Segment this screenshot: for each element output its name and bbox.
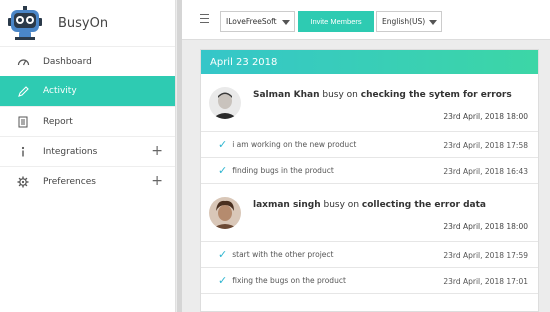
- task-timestamp: 23rd April, 2018 17:59: [443, 251, 528, 260]
- task-text: fixing the bugs on the product: [232, 276, 346, 285]
- expand-integrations-button[interactable]: +: [151, 143, 163, 159]
- sidebar-item-label: Dashboard: [43, 56, 92, 67]
- chevron-down-icon: [429, 20, 437, 25]
- sidebar-item-report[interactable]: Report: [0, 106, 175, 136]
- sidebar-item-label: Activity: [43, 86, 77, 96]
- task-item: ✓ start with the other project 23rd Apri…: [201, 242, 538, 268]
- chevron-down-icon: [282, 20, 290, 25]
- activity-entry: laxman singh busy on collecting the erro…: [201, 184, 538, 242]
- entry-summary: laxman singh busy on collecting the erro…: [253, 200, 486, 210]
- entry-summary: Salman Khan busy on checking the sytem f…: [253, 90, 512, 100]
- language-select-value: English(US): [382, 17, 426, 26]
- date-heading: April 23 2018: [201, 50, 538, 74]
- task-timestamp: 23rd April, 2018 17:58: [443, 141, 528, 150]
- dashboard-gauge-icon: [16, 57, 30, 66]
- checkmark-icon: ✓: [218, 274, 228, 287]
- checkmark-icon: ✓: [218, 138, 228, 151]
- entry-verb: busy on: [320, 200, 362, 210]
- sidebar-item-activity[interactable]: Activity: [0, 76, 175, 106]
- workspace-select-value: ILoveFreeSoft: [226, 17, 277, 26]
- entry-verb: busy on: [319, 90, 361, 100]
- task-timestamp: 23rd April, 2018 17:01: [443, 277, 528, 286]
- busyon-robot-logo-icon: [6, 5, 44, 41]
- sidebar-item-label: Report: [43, 116, 73, 127]
- language-select[interactable]: English(US): [376, 11, 442, 32]
- hamburger-menu-icon[interactable]: [200, 14, 209, 23]
- entry-user[interactable]: laxman singh: [253, 200, 321, 210]
- expand-preferences-button[interactable]: +: [151, 173, 163, 189]
- pencil-icon: [16, 85, 30, 97]
- sidebar-item-label: Preferences: [43, 176, 96, 187]
- task-item: ✓ i am working on the new product 23rd A…: [201, 132, 538, 158]
- entry-user[interactable]: Salman Khan: [253, 90, 320, 100]
- activity-feed-panel: April 23 2018 Salman Khan busy on checki…: [200, 49, 539, 312]
- sidebar-item-label: Integrations: [43, 146, 98, 157]
- sidebar-item-integrations[interactable]: Integrations +: [0, 136, 175, 166]
- entry-timestamp: 23rd April, 2018 18:00: [443, 222, 528, 231]
- brand[interactable]: BusyOn: [0, 0, 175, 46]
- invite-members-button[interactable]: Invite Members: [298, 11, 374, 32]
- sidebar: BusyOn Dashboard Activity Report Integra…: [0, 0, 176, 312]
- checkmark-icon: ✓: [218, 164, 228, 177]
- task-timestamp: 23rd April, 2018 16:43: [443, 167, 528, 176]
- info-icon: [16, 146, 30, 158]
- sidebar-item-preferences[interactable]: Preferences +: [0, 166, 175, 196]
- task-text: start with the other project: [232, 250, 334, 259]
- task-item: ✓ fixing the bugs on the product 23rd Ap…: [201, 268, 538, 294]
- report-icon: [16, 116, 30, 128]
- sidebar-scrollbar[interactable]: [177, 0, 182, 312]
- task-text: finding bugs in the product: [232, 166, 334, 175]
- entry-subject: collecting the error data: [361, 200, 486, 210]
- workspace-select[interactable]: ILoveFreeSoft: [220, 11, 295, 32]
- checkmark-icon: ✓: [218, 248, 228, 261]
- sidebar-item-dashboard[interactable]: Dashboard: [0, 46, 175, 76]
- avatar[interactable]: [209, 196, 241, 229]
- entry-subject: checking the sytem for errors: [360, 90, 512, 100]
- task-item: ✓ finding bugs in the product 23rd April…: [201, 158, 538, 184]
- activity-entry: Salman Khan busy on checking the sytem f…: [201, 74, 538, 132]
- brand-name: BusyOn: [58, 15, 109, 31]
- gear-icon: [16, 176, 30, 188]
- entry-timestamp: 23rd April, 2018 18:00: [443, 112, 528, 121]
- topbar: ILoveFreeSoft Invite Members English(US): [182, 0, 550, 40]
- task-text: i am working on the new product: [232, 140, 357, 149]
- avatar[interactable]: [209, 86, 241, 119]
